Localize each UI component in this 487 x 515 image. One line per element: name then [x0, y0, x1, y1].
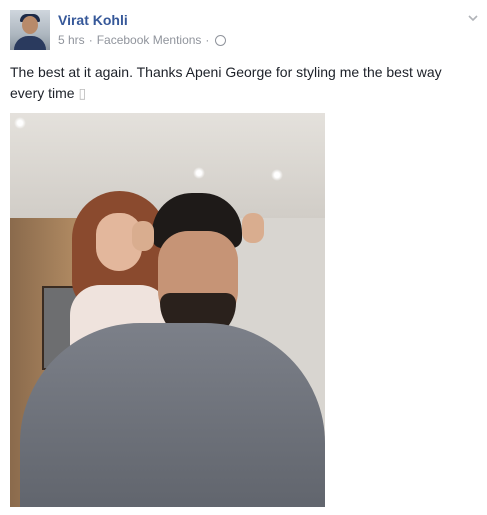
- post-card: Virat Kohli 5 hrs · Facebook Mentions · …: [0, 0, 487, 515]
- author-name[interactable]: Virat Kohli: [58, 12, 128, 28]
- post-timestamp[interactable]: 5 hrs: [58, 33, 85, 47]
- photo-light-3: [271, 169, 283, 181]
- photo-light-1: [14, 117, 26, 129]
- photo-sweater: [20, 323, 325, 507]
- post-meta: 5 hrs · Facebook Mentions ·: [58, 33, 227, 47]
- globe-icon: [215, 34, 227, 46]
- author-avatar[interactable]: [10, 10, 50, 50]
- meta-separator: ·: [88, 33, 93, 47]
- photo-light-2: [193, 167, 205, 179]
- avatar-head: [22, 16, 38, 34]
- avatar-body: [14, 36, 46, 50]
- photo-hand-left: [132, 221, 154, 251]
- post-photo[interactable]: [10, 113, 325, 507]
- chevron-down-icon[interactable]: [467, 12, 479, 24]
- photo-hand-right: [242, 213, 264, 243]
- unsupported-glyph: ▯: [78, 85, 87, 101]
- meta-separator-2: ·: [205, 33, 210, 47]
- post-source[interactable]: Facebook Mentions: [97, 33, 202, 47]
- post-message: The best at it again. Thanks Apeni Georg…: [10, 62, 470, 104]
- post-message-text: The best at it again. Thanks Apeni Georg…: [10, 64, 442, 101]
